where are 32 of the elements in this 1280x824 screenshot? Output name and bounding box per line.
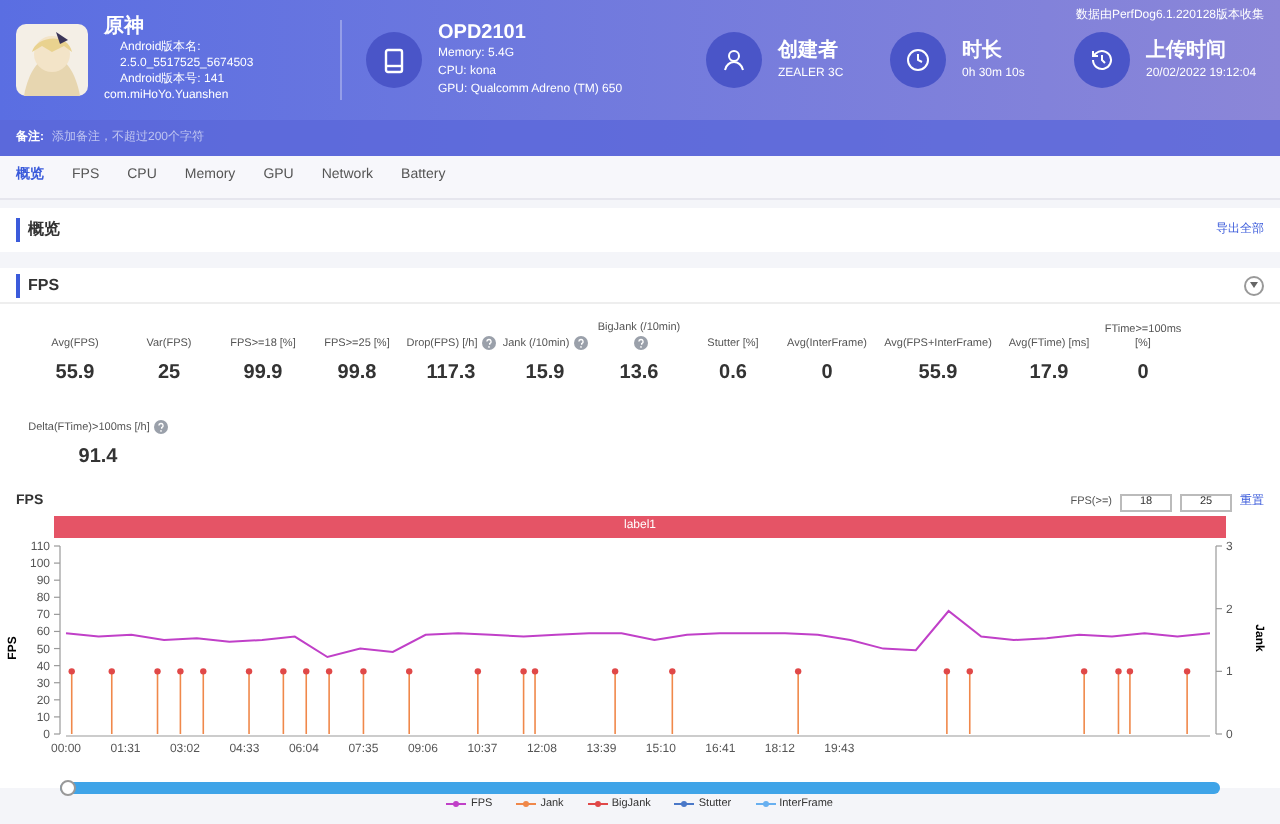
- stat-value: 99.8: [337, 360, 377, 388]
- clock-icon: [906, 48, 930, 72]
- info-title: 时长: [962, 37, 1004, 66]
- help-icon: [481, 336, 496, 351]
- section-title: FPS: [16, 273, 60, 297]
- stat-value: 0.6: [719, 360, 747, 388]
- app-icon: [16, 24, 88, 96]
- stat-value: 13.6: [619, 360, 659, 388]
- collapse-button[interactable]: [1244, 275, 1264, 295]
- app-name: 原神: [104, 16, 146, 40]
- device-name: OPD2101: [438, 21, 528, 45]
- help-icon: [573, 336, 588, 351]
- stat-value: 117.3: [426, 360, 476, 388]
- help-icon: [634, 336, 648, 351]
- caret-icon: [1250, 282, 1258, 288]
- help-icon: [153, 420, 168, 435]
- stat-value: 0: [821, 360, 833, 388]
- stat-value: 0: [1137, 360, 1149, 388]
- section-title: 概览: [16, 218, 60, 242]
- stat-value: 15.9: [525, 360, 565, 388]
- device-icon: [366, 32, 422, 88]
- stat-value: 25: [157, 360, 181, 388]
- stat-value: 55.9: [918, 360, 958, 388]
- info-title: 创建者: [778, 37, 840, 66]
- slider-handle[interactable]: [60, 780, 76, 796]
- info-title: 上传时间: [1146, 37, 1228, 66]
- user-icon: [722, 48, 746, 72]
- stat-value: 55.9: [55, 360, 95, 388]
- stat-value: 17.9: [1029, 360, 1069, 388]
- stat-value: 99.9: [243, 360, 283, 388]
- history-icon: [1090, 48, 1114, 72]
- stat-value: 91.4: [78, 444, 118, 472]
